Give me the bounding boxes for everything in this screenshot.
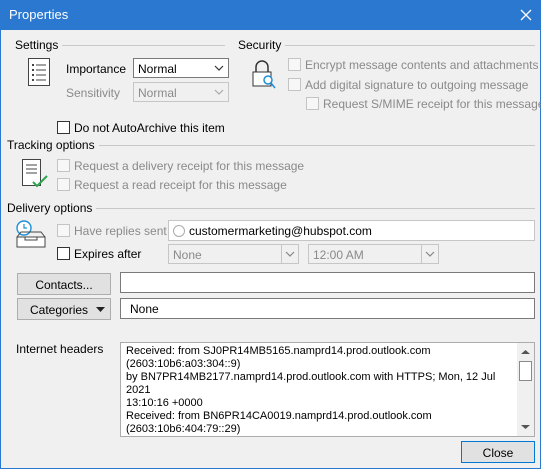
triangle-down-icon <box>96 307 105 312</box>
header-line: 2021 <box>126 384 151 396</box>
title-bar: Properties <box>0 0 541 30</box>
header-line: Received: from BN6PR14CA0019.namprd14.pr… <box>126 410 432 422</box>
close-button[interactable]: Close <box>461 441 535 463</box>
header-line: (2603:10b6:404:79::29) <box>126 423 241 435</box>
tracking-section-header: Tracking options <box>7 138 535 152</box>
replies-label: Have replies sent to <box>74 224 181 238</box>
expires-checkbox[interactable] <box>57 247 70 260</box>
replies-to-field[interactable]: customermarketing@hubspot.com <box>168 220 535 241</box>
tracking-section-label: Tracking options <box>7 138 99 152</box>
settings-section-header: Settings <box>15 38 225 52</box>
delivery-section-label: Delivery options <box>7 201 97 215</box>
sensitivity-dropdown[interactable]: Normal <box>133 82 229 102</box>
importance-value: Normal <box>138 62 177 76</box>
settings-list-icon <box>27 57 51 90</box>
digital-signature-label: Add digital signature to outgoing messag… <box>305 78 529 92</box>
encrypt-checkbox[interactable] <box>288 58 301 71</box>
contact-status-icon <box>173 225 185 237</box>
categories-field[interactable]: None <box>120 298 535 319</box>
header-line: (2603:10b6:a03:304::9) <box>126 358 241 370</box>
categories-button[interactable]: Categories <box>17 298 111 320</box>
scrollbar-thumb[interactable] <box>519 361 532 381</box>
scroll-up-arrow-icon[interactable] <box>520 347 531 358</box>
autoarchive-checkbox[interactable] <box>57 121 70 134</box>
security-section-label: Security <box>238 38 286 52</box>
scroll-down-arrow-icon[interactable] <box>520 421 531 432</box>
window-title: Properties <box>9 7 69 22</box>
expires-label: Expires after <box>74 247 142 261</box>
contacts-button-label: Contacts... <box>35 278 93 292</box>
internet-headers-textbox[interactable]: Received: from SJ0PR14MB5165.namprd14.pr… <box>120 342 535 437</box>
sensitivity-label: Sensitivity <box>66 86 121 100</box>
security-section-header: Security <box>238 38 535 52</box>
expires-time-dropdown[interactable]: 12:00 AM <box>308 244 439 264</box>
encrypt-label: Encrypt message contents and attachments <box>305 58 539 72</box>
header-line: Received: from SJ0PR14MB5165.namprd14.pr… <box>126 345 431 357</box>
internet-headers-label: Internet headers <box>16 342 104 356</box>
chevron-down-icon <box>214 65 224 71</box>
header-line: by BN7PR14MB2177.namprd14.prod.outlook.c… <box>126 371 496 383</box>
contacts-field[interactable] <box>120 272 535 293</box>
autoarchive-label: Do not AutoArchive this item <box>74 121 225 135</box>
delivery-section-header: Delivery options <box>7 201 535 215</box>
replies-checkbox[interactable] <box>57 224 70 237</box>
importance-dropdown[interactable]: Normal <box>133 58 229 78</box>
categories-button-label: Categories <box>30 303 89 317</box>
digital-signature-checkbox[interactable] <box>288 78 301 91</box>
internet-headers-text: Received: from SJ0PR14MB5165.namprd14.pr… <box>126 345 516 436</box>
importance-label: Importance <box>66 62 127 76</box>
lock-key-icon <box>251 58 277 93</box>
properties-dialog: Settings Importance Normal Sensitivity N… <box>0 30 541 469</box>
settings-section-label: Settings <box>15 38 63 52</box>
delivery-receipt-checkbox[interactable] <box>57 159 70 172</box>
contacts-button[interactable]: Contacts... <box>17 273 111 295</box>
expires-time-value: 12:00 AM <box>313 248 364 262</box>
sensitivity-value: Normal <box>138 86 177 100</box>
smime-receipt-checkbox[interactable] <box>306 97 319 110</box>
delivery-tray-icon <box>15 220 47 253</box>
expires-date-value: None <box>173 248 202 262</box>
chevron-down-icon <box>285 251 295 257</box>
vertical-scrollbar[interactable] <box>517 343 534 436</box>
categories-value: None <box>130 302 159 316</box>
close-button-label: Close <box>482 446 514 460</box>
tracking-checklist-icon <box>21 158 49 193</box>
close-window-button[interactable] <box>511 0 541 30</box>
smime-receipt-label: Request S/MIME receipt for this message <box>323 97 541 111</box>
chevron-down-icon <box>214 89 224 95</box>
header-line: 13:10:16 +0000 <box>126 397 203 409</box>
chevron-down-icon <box>425 251 435 257</box>
expires-date-dropdown[interactable]: None <box>168 244 299 264</box>
read-receipt-label: Request a read receipt for this message <box>74 178 287 192</box>
close-icon <box>520 9 532 21</box>
replies-to-value: customermarketing@hubspot.com <box>189 224 372 238</box>
delivery-receipt-label: Request a delivery receipt for this mess… <box>74 159 305 173</box>
read-receipt-checkbox[interactable] <box>57 178 70 191</box>
